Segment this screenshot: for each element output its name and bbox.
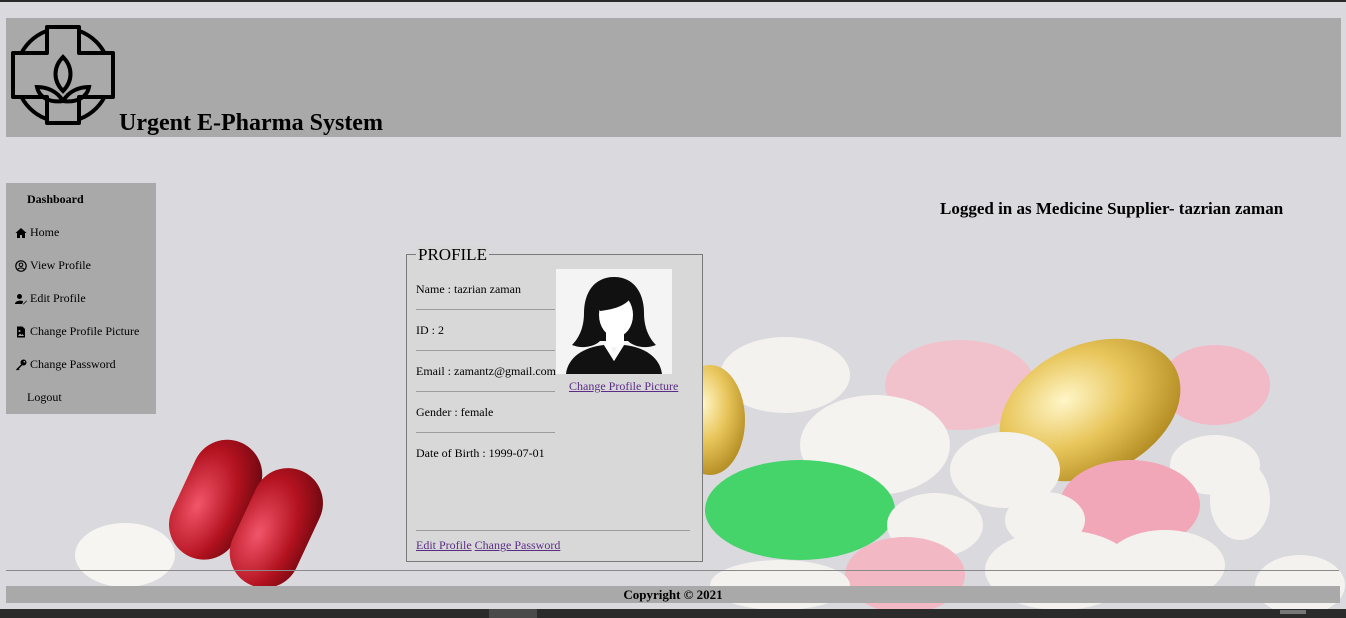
- sidebar-heading: Dashboard: [27, 192, 84, 206]
- site-header: Urgent E-Pharma System: [6, 18, 1341, 137]
- sidebar-item-logout[interactable]: Logout: [27, 390, 62, 405]
- key-icon: [16, 359, 27, 370]
- profile-dob: Date of Birth : 1999-07-01: [416, 446, 545, 460]
- profile-legend: PROFILE: [416, 245, 489, 264]
- divider: [416, 350, 555, 351]
- user-edit-icon: [15, 293, 27, 304]
- sidebar-item-label: Edit Profile: [30, 291, 86, 305]
- taskbar-clock: [1280, 610, 1306, 614]
- logged-in-status: Logged in as Medicine Supplier- tazrian …: [940, 199, 1284, 218]
- sidebar-item-label: Change Profile Picture: [30, 324, 140, 338]
- divider: [416, 391, 555, 392]
- sidebar-item-home[interactable]: Home: [15, 225, 59, 240]
- sidebar-item-view-profile[interactable]: View Profile: [15, 258, 91, 273]
- change-profile-picture-link[interactable]: Change Profile Picture: [569, 379, 678, 394]
- edit-profile-link[interactable]: Edit Profile: [416, 538, 472, 552]
- sidebar-item-label: View Profile: [30, 258, 91, 272]
- sidebar-item-label: Logout: [27, 390, 62, 404]
- profile-name: Name : tazrian zaman: [416, 282, 521, 296]
- sidebar-item-edit-profile[interactable]: Edit Profile: [15, 291, 86, 306]
- site-footer: Copyright © 2021: [6, 586, 1340, 603]
- sidebar: Dashboard Home View Profile Edit Profile…: [6, 183, 156, 414]
- divider: [416, 309, 555, 310]
- sidebar-item-change-picture[interactable]: Change Profile Picture: [15, 324, 139, 339]
- pharmacy-logo-icon: [11, 25, 115, 125]
- taskbar: [0, 609, 1346, 618]
- user-circle-icon: [15, 259, 27, 272]
- divider: [416, 432, 555, 433]
- home-icon: [15, 227, 27, 238]
- sidebar-item-label: Home: [30, 225, 60, 239]
- sidebar-item-label: Change Password: [30, 357, 116, 371]
- profile-actions: Edit Profile Change Password: [416, 538, 560, 553]
- taskbar-tab[interactable]: [489, 609, 537, 618]
- change-password-link[interactable]: Change Password: [475, 538, 561, 552]
- profile-id: ID : 2: [416, 323, 444, 337]
- divider: [416, 530, 690, 531]
- sidebar-item-change-password[interactable]: Change Password: [15, 357, 116, 372]
- profile-fieldset: PROFILE Name : tazrian zaman ID : 2 Emai…: [406, 246, 703, 562]
- profile-avatar: [556, 269, 672, 374]
- footer-divider: [6, 570, 1339, 571]
- profile-gender: Gender : female: [416, 405, 494, 419]
- file-image-icon: [17, 326, 25, 337]
- profile-email: Email : zamantz@gmail.com: [416, 364, 557, 378]
- site-title: Urgent E-Pharma System: [119, 110, 383, 136]
- female-avatar-icon: [556, 269, 672, 374]
